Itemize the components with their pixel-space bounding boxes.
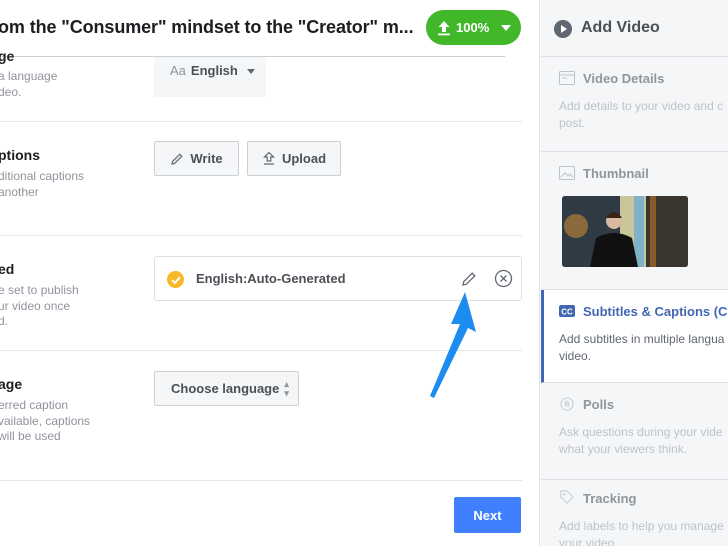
- video-language-select[interactable]: Aa English: [154, 57, 266, 97]
- cc-icon: CC: [559, 305, 575, 317]
- step-title: Subtitles & Captions (CC): [583, 304, 728, 319]
- sidebar-header: Add Video: [541, 0, 728, 57]
- image-icon: [559, 166, 575, 180]
- section-description: erred caption vailable, captions will be…: [0, 398, 91, 443]
- section-label: ge: [0, 48, 15, 64]
- details-icon: [559, 71, 575, 85]
- step-description: Add labels to help you manage your video…: [559, 519, 724, 546]
- section-description: e set to publish ur video once d.: [0, 283, 79, 328]
- check-icon: [167, 271, 184, 288]
- step-title: Tracking: [583, 491, 637, 506]
- main-pane: om the "Consumer" mindset to the "Creato…: [0, 0, 540, 546]
- video-title: om the "Consumer" mindset to the "Creato…: [0, 17, 414, 37]
- step-description: Ask questions during your vide what your…: [559, 425, 723, 456]
- chevron-down-icon: [246, 69, 255, 74]
- sidebar-step-tracking[interactable]: Tracking Add labels to help you manage y…: [541, 480, 728, 546]
- step-description: Add details to your video and c post.: [559, 99, 724, 130]
- section-label: ed: [0, 261, 15, 277]
- sidebar-title: Add Video: [581, 19, 660, 36]
- svg-text:CC: CC: [561, 308, 573, 317]
- video-language-section: ge a language deo. Aa English: [0, 48, 522, 122]
- caption-item-label: English:Auto-Generated: [196, 271, 346, 286]
- selected-language: English: [190, 63, 238, 78]
- edit-icon[interactable]: [460, 270, 478, 288]
- write-label: Write: [190, 151, 223, 166]
- sidebar-step-video-details[interactable]: Video Details Add details to your video …: [541, 57, 728, 152]
- tag-icon: [560, 490, 574, 504]
- font-icon: Aa: [170, 63, 186, 78]
- upload-captions-button[interactable]: Upload: [247, 141, 341, 176]
- caption-item: English:Auto-Generated: [154, 256, 522, 301]
- pencil-icon: [171, 152, 184, 165]
- upload-progress-label: 100%: [456, 20, 490, 35]
- video-thumbnail[interactable]: [562, 196, 688, 267]
- choose-language-select[interactable]: Choose language ▴ ▾: [154, 371, 299, 406]
- upload-icon: [263, 151, 275, 165]
- upload-arrow-icon: [438, 20, 450, 35]
- play-icon: [554, 20, 572, 38]
- step-title: Polls: [583, 397, 615, 412]
- upload-label: Upload: [281, 151, 327, 166]
- remove-icon[interactable]: [494, 269, 513, 288]
- choose-language-label: Choose language: [171, 381, 280, 396]
- step-title: Thumbnail: [583, 166, 649, 181]
- section-description: ditional captions another: [0, 169, 85, 199]
- next-button[interactable]: Next: [454, 497, 521, 533]
- header: om the "Consumer" mindset to the "Creato…: [0, 0, 540, 57]
- chevron-down-icon: [501, 24, 512, 31]
- add-video-sidebar: Add Video Video Details Add details to y…: [541, 0, 728, 546]
- sidebar-step-thumbnail[interactable]: Thumbnail: [541, 152, 728, 290]
- add-video-dialog: om the "Consumer" mindset to the "Creato…: [0, 0, 728, 546]
- section-label: age: [0, 376, 23, 392]
- sidebar-step-polls[interactable]: Polls Ask questions during your vide wha…: [541, 383, 728, 480]
- write-captions-button[interactable]: Write: [154, 141, 239, 176]
- polls-icon: [560, 397, 574, 411]
- step-description: Add subtitles in multiple langua video.: [559, 332, 725, 363]
- sidebar-step-subtitles-captions[interactable]: CC Subtitles & Captions (CC) Add subtitl…: [541, 290, 728, 383]
- upload-progress-button[interactable]: 100%: [426, 10, 521, 45]
- section-description: a language deo.: [0, 69, 58, 99]
- section-label: ptions: [0, 147, 40, 163]
- sort-arrows-icon: ▴ ▾: [284, 378, 289, 398]
- divider: [0, 480, 522, 481]
- upload-captions-section: ptions ditional captions another Write U…: [0, 122, 522, 236]
- step-title: Video Details: [583, 71, 665, 86]
